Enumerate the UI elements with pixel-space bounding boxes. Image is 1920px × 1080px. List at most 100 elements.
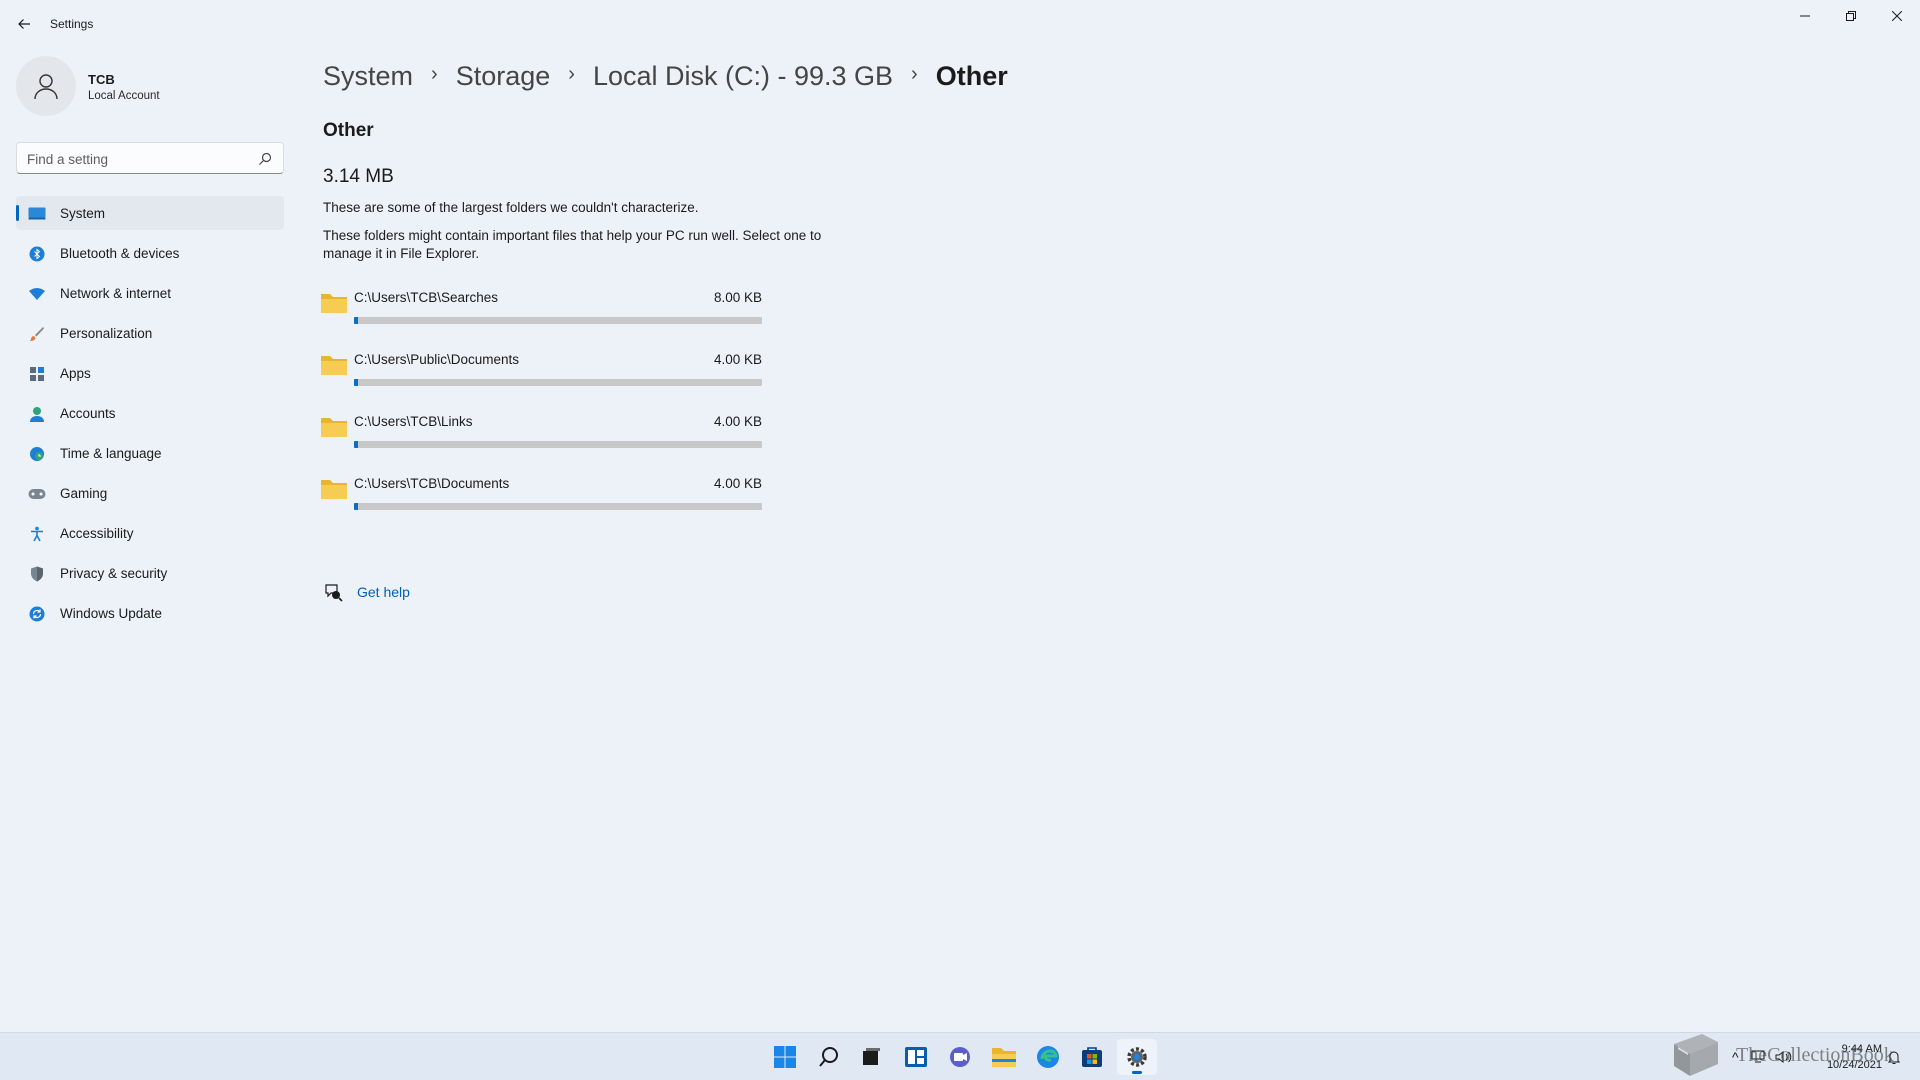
sidebar-item-label: Network & internet <box>60 286 172 301</box>
sidebar-item-gaming[interactable]: Gaming <box>16 476 284 510</box>
accessibility-icon <box>28 525 46 543</box>
task-view-icon <box>863 1048 880 1065</box>
folder-icon <box>321 294 347 313</box>
usage-bar-fill <box>354 441 359 448</box>
file-explorer-button[interactable] <box>984 1039 1024 1075</box>
sidebar-item-accessibility[interactable]: Accessibility <box>16 516 284 550</box>
instruction-text: These folders might contain important fi… <box>323 228 822 261</box>
file-explorer-icon <box>992 1048 1016 1067</box>
chevron-right-icon: › <box>431 62 438 85</box>
usage-bar-fill <box>354 379 359 386</box>
start-icon <box>774 1046 796 1068</box>
folder-path: C:\Users\TCB\Links <box>354 414 473 429</box>
active-app-indicator <box>1132 1071 1142 1074</box>
widgets-button[interactable] <box>896 1039 936 1075</box>
breadcrumb-item-local-disk[interactable]: Local Disk (C:) - 99.3 GB <box>593 61 893 92</box>
sidebar-item-label: Accessibility <box>60 526 134 541</box>
edge-button[interactable] <box>1028 1039 1068 1075</box>
sidebar-item-label: Accounts <box>60 406 116 421</box>
search-icon[interactable] <box>257 151 273 167</box>
sidebar-item-network[interactable]: Network & internet <box>16 276 284 310</box>
title-bar: Settings <box>0 0 1920 48</box>
folder-path: C:\Users\TCB\Searches <box>354 290 499 305</box>
sidebar-item-personalization[interactable]: Personalization <box>16 316 284 350</box>
sidebar-item-label: Privacy & security <box>60 566 168 581</box>
sidebar-item-accounts[interactable]: Accounts <box>16 396 284 430</box>
folder-icon <box>321 418 347 437</box>
folder-path: C:\Users\TCB\Documents <box>354 476 510 491</box>
usage-bar <box>354 441 762 448</box>
minimize-button[interactable] <box>1782 0 1828 32</box>
breadcrumb-item-system[interactable]: System <box>323 61 413 92</box>
accounts-icon <box>28 405 46 423</box>
watermark-text: TheCollectionBook <box>1736 1044 1894 1066</box>
folder-row-documents[interactable]: C:\Users\TCB\Documents 4.00 KB <box>318 468 764 520</box>
breadcrumb-item-storage[interactable]: Storage <box>456 61 551 92</box>
folder-row-searches[interactable]: C:\Users\TCB\Searches 8.00 KB <box>318 282 764 334</box>
profile-name: TCB <box>88 72 115 87</box>
sidebar-item-label: Time & language <box>60 446 162 461</box>
minimize-icon <box>1800 15 1810 17</box>
avatar <box>16 56 76 116</box>
active-indicator <box>16 205 19 221</box>
search-box <box>16 142 284 174</box>
close-icon <box>1892 11 1902 21</box>
folder-size: 4.00 KB <box>713 414 762 429</box>
user-profile[interactable]: TCB Local Account <box>16 56 286 118</box>
close-button[interactable] <box>1874 0 1920 32</box>
settings-taskbar-button[interactable] <box>1117 1039 1157 1075</box>
description-text: These are some of the largest folders we… <box>323 200 699 215</box>
sidebar-item-label: Apps <box>60 366 91 381</box>
taskbar-search-button[interactable] <box>809 1039 849 1075</box>
folder-size: 8.00 KB <box>713 290 762 305</box>
sidebar-item-apps[interactable]: Apps <box>16 356 284 390</box>
usage-bar <box>354 317 762 324</box>
section-title: Other <box>323 120 374 141</box>
app-title: Settings <box>50 17 94 31</box>
chat-icon <box>950 1047 970 1067</box>
sidebar-item-windows-update[interactable]: Windows Update <box>16 596 284 630</box>
widgets-icon <box>905 1047 927 1067</box>
system-icon <box>28 205 46 223</box>
search-input[interactable] <box>27 149 247 169</box>
store-button[interactable] <box>1072 1039 1112 1075</box>
usage-bar <box>354 503 762 510</box>
sidebar-item-time-language[interactable]: Time & language <box>16 436 284 470</box>
help-icon <box>325 584 343 602</box>
usage-bar-fill <box>354 317 359 324</box>
book-icon <box>1674 1034 1718 1076</box>
chat-button[interactable] <box>940 1039 980 1075</box>
get-help-link[interactable]: Get help <box>323 582 410 602</box>
start-button[interactable] <box>765 1039 805 1075</box>
person-icon <box>34 74 58 100</box>
edge-icon <box>1037 1046 1059 1068</box>
store-icon <box>1082 1047 1102 1067</box>
watermark: TheCollectionBook <box>1668 1030 1898 1080</box>
back-button[interactable] <box>10 10 38 38</box>
sidebar-item-bluetooth[interactable]: Bluetooth & devices <box>16 236 284 270</box>
sidebar-item-privacy[interactable]: Privacy & security <box>16 556 284 590</box>
gamepad-icon <box>28 485 46 503</box>
update-icon <box>28 605 46 623</box>
task-view-button[interactable] <box>851 1039 891 1075</box>
restore-button[interactable] <box>1828 0 1874 32</box>
folder-row-links[interactable]: C:\Users\TCB\Links 4.00 KB <box>318 406 764 458</box>
bluetooth-icon <box>28 245 46 263</box>
apps-icon <box>28 365 46 383</box>
sidebar-item-label: Windows Update <box>60 606 163 621</box>
search-icon <box>819 1047 838 1067</box>
folder-row-public-documents[interactable]: C:\Users\Public\Documents 4.00 KB <box>318 344 764 396</box>
total-size: 3.14 MB <box>323 166 394 187</box>
profile-account-type: Local Account <box>88 90 160 102</box>
wifi-icon <box>28 285 46 303</box>
restore-icon <box>1846 11 1856 21</box>
breadcrumb-item-current: Other <box>935 60 1008 91</box>
back-arrow-icon <box>18 19 30 29</box>
folder-path: C:\Users\Public\Documents <box>354 352 520 367</box>
chevron-right-icon: › <box>911 62 918 85</box>
sidebar-item-label: System <box>60 206 106 221</box>
folder-icon <box>321 480 347 499</box>
brush-icon <box>28 325 46 343</box>
folder-size: 4.00 KB <box>713 476 762 491</box>
sidebar-item-system[interactable]: System <box>16 196 284 230</box>
